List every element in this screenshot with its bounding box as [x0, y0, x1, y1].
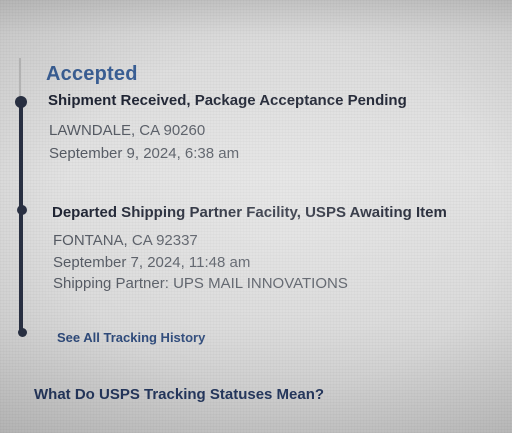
event-title: Departed Shipping Partner Facility, USPS…	[52, 204, 447, 221]
event-datetime: September 9, 2024, 6:38 am	[49, 145, 240, 162]
event-shipping-partner: Shipping Partner: UPS MAIL INNOVATIONS	[53, 275, 348, 292]
tracking-statuses-meaning-link[interactable]: What Do USPS Tracking Statuses Mean?	[34, 386, 324, 403]
event-datetime: September 7, 2024, 11:48 am	[53, 254, 251, 271]
event-title: Shipment Received, Package Acceptance Pe…	[48, 92, 407, 109]
event-location: FONTANA, CA 92337	[53, 232, 198, 249]
timeline-line	[19, 98, 23, 332]
event-location: LAWNDALE, CA 90260	[49, 122, 206, 139]
timeline-dot	[18, 328, 27, 337]
timeline-dot	[17, 205, 27, 215]
see-all-tracking-history-link[interactable]: See All Tracking History	[57, 330, 205, 345]
tracking-screen: Accepted Shipment Received, Package Acce…	[0, 0, 512, 433]
tracking-status-title: Accepted	[46, 63, 138, 85]
timeline-dot	[15, 96, 27, 108]
timeline-faded-segment	[19, 58, 21, 98]
